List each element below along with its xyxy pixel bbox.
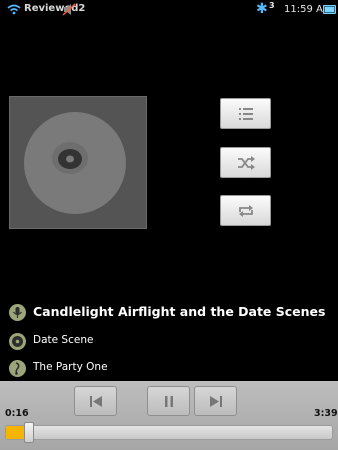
album-art <box>9 96 147 229</box>
artist-icon <box>9 360 26 377</box>
album-icon <box>9 333 26 350</box>
disc-icon <box>10 97 146 228</box>
seek-bar[interactable] <box>5 425 333 440</box>
network-name: Reviewed2 <box>24 3 86 14</box>
playback-controls: 0:16 3:39 <box>0 381 338 450</box>
artist-name: The Party One <box>33 361 108 373</box>
total-time: 3:39 <box>314 408 338 419</box>
repeat-button[interactable] <box>220 195 271 226</box>
shuffle-button[interactable] <box>220 147 271 178</box>
elapsed-time: 0:16 <box>5 408 29 419</box>
wifi-icon <box>7 4 21 15</box>
list-icon <box>239 108 253 120</box>
microphone-icon <box>9 304 26 321</box>
status-bar: Reviewed2 ✱ 3 11:59 AM <box>0 0 338 20</box>
seek-bar-thumb[interactable] <box>24 422 34 443</box>
mute-icon <box>62 3 76 16</box>
previous-icon <box>90 396 102 407</box>
repeat-icon <box>239 205 253 217</box>
next-button[interactable] <box>194 386 237 416</box>
battery-icon <box>323 5 336 14</box>
notification-count: 3 <box>269 1 275 10</box>
previous-button[interactable] <box>74 386 117 416</box>
pause-button[interactable] <box>147 386 190 416</box>
pause-icon <box>165 396 173 407</box>
track-title: Candlelight Airflight and the Date Scene… <box>33 304 326 319</box>
album-name: Date Scene <box>33 334 94 346</box>
shuffle-icon <box>238 156 255 170</box>
next-icon <box>210 396 222 407</box>
bluetooth-icon: ✱ <box>256 1 268 17</box>
now-playing-list-button[interactable] <box>220 98 271 129</box>
